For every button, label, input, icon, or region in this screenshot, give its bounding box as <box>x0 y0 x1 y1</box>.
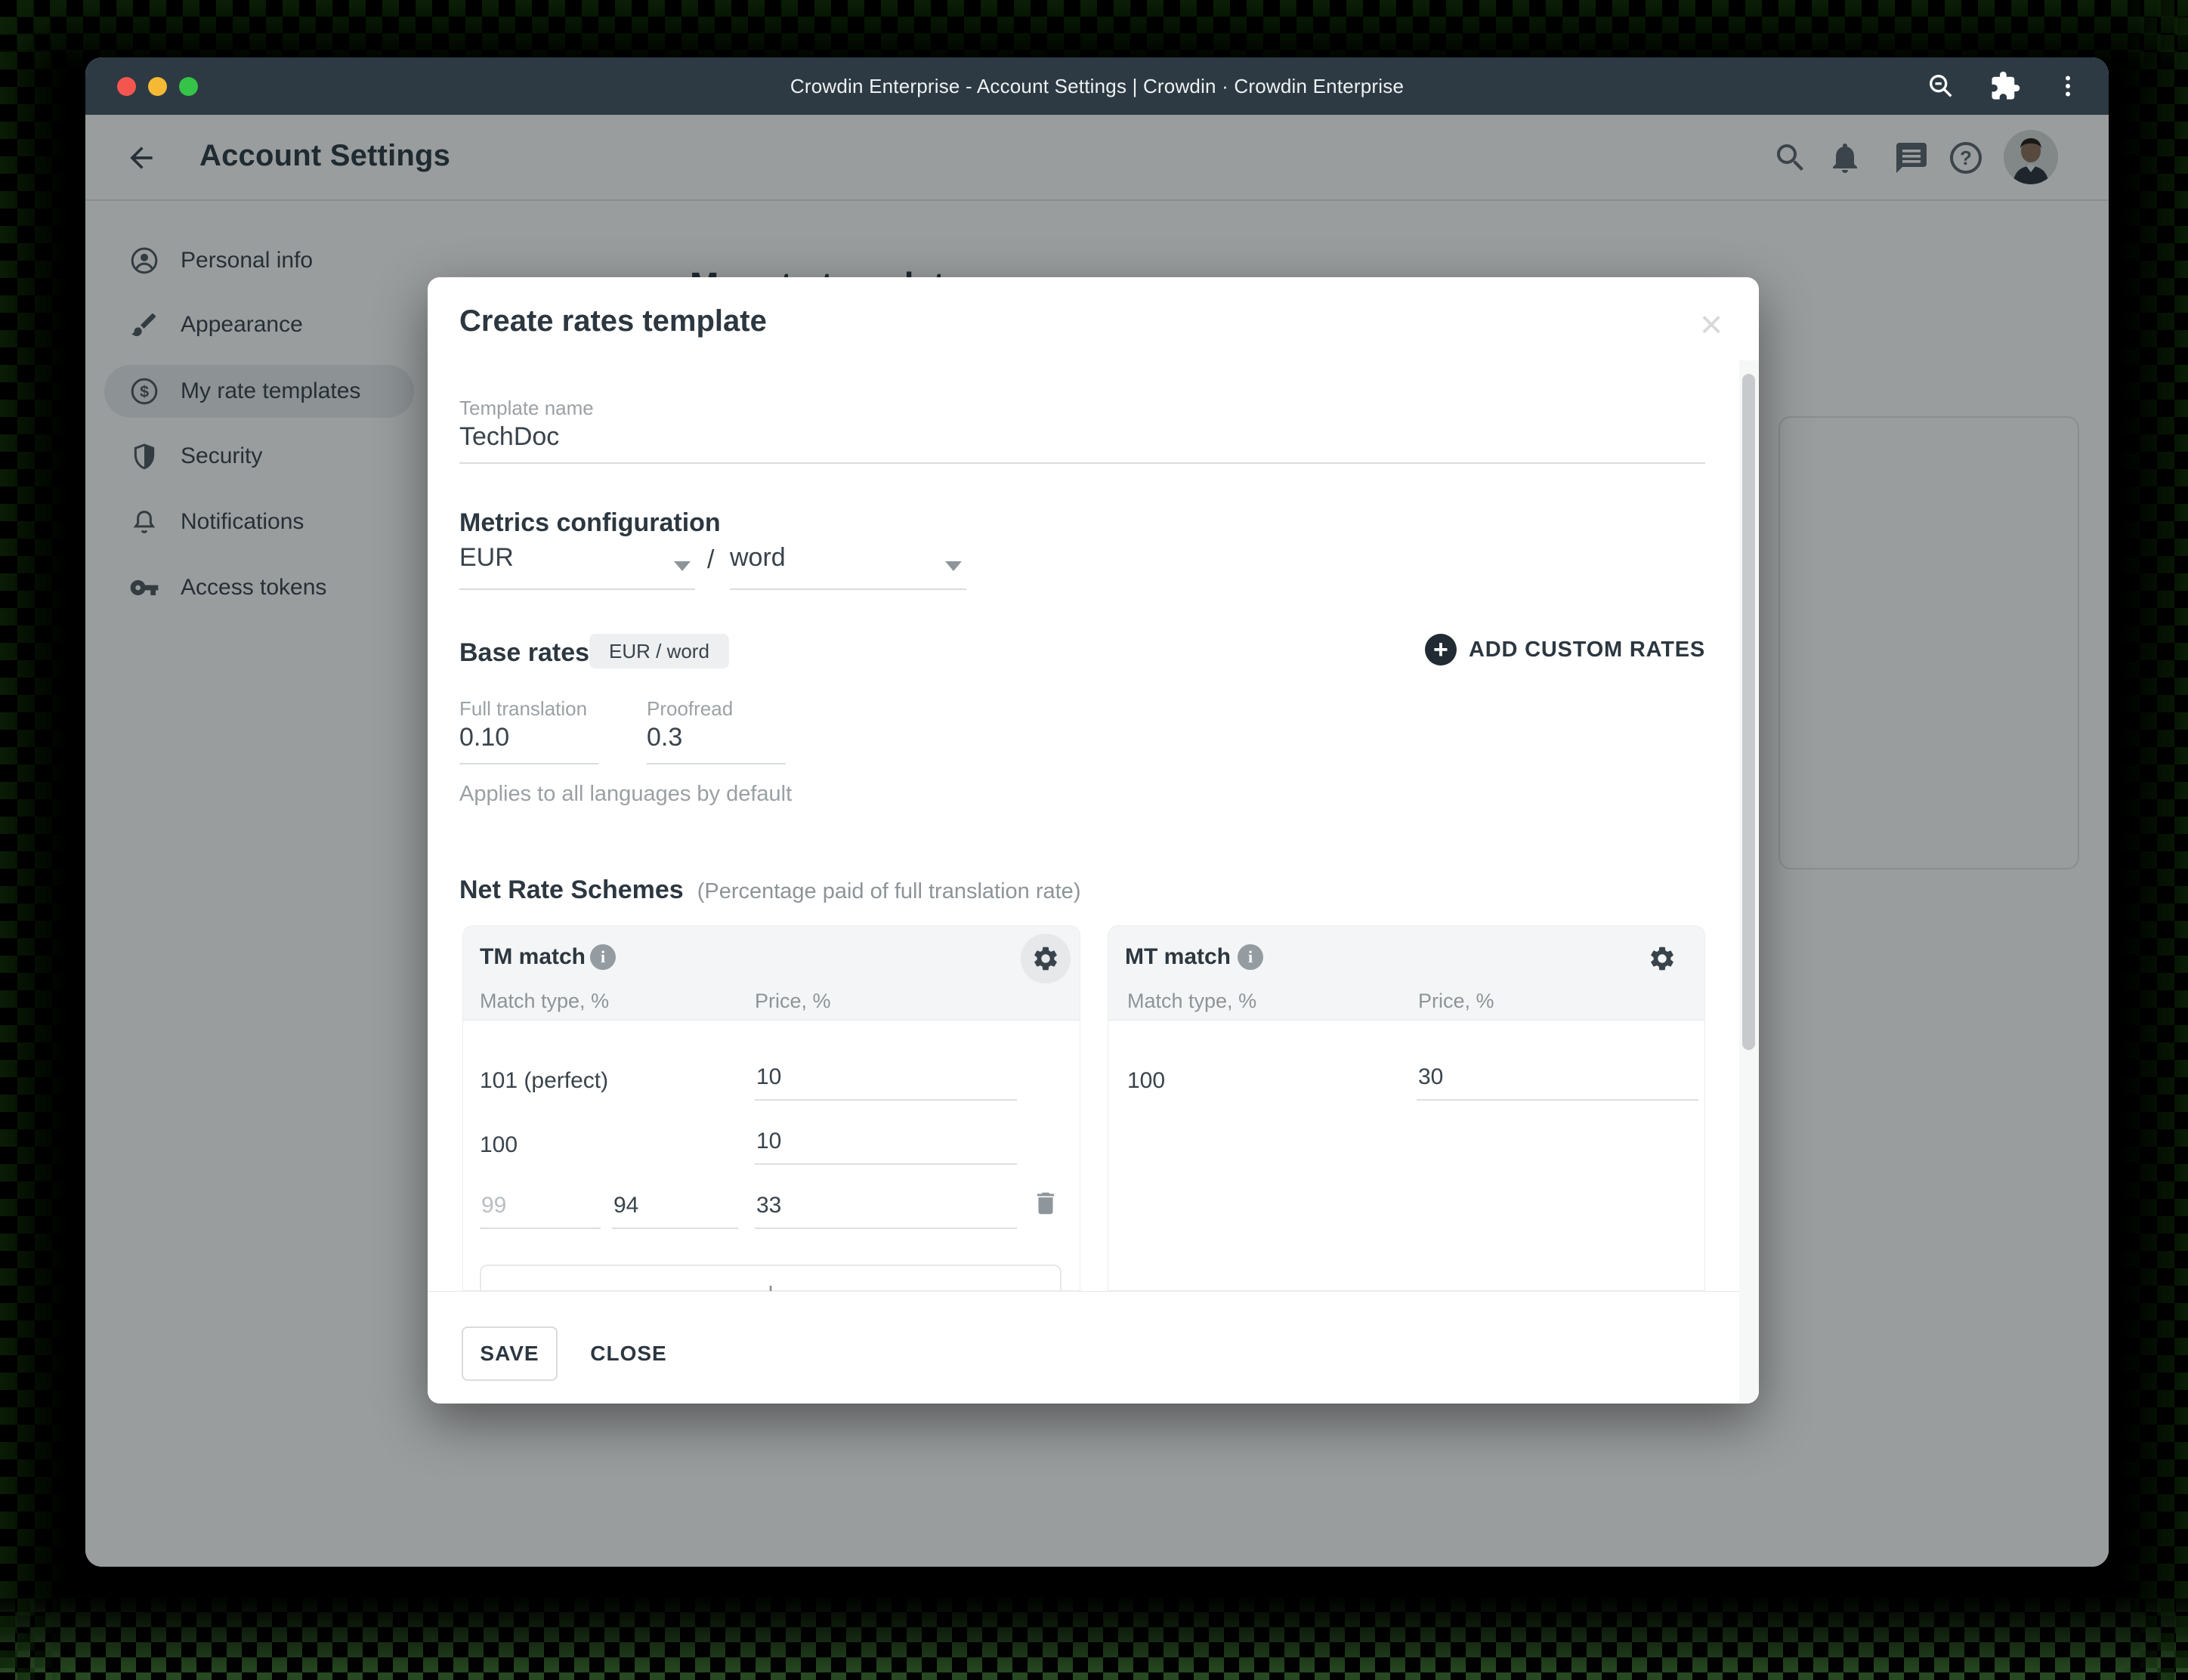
proofread-input[interactable] <box>647 723 786 764</box>
net-rate-schemes-heading: Net Rate Schemes <box>459 876 684 904</box>
info-icon[interactable]: i <box>1238 944 1263 970</box>
plus-circle-icon: + <box>1424 634 1457 666</box>
browser-window: Crowdin Enterprise - Account Settings | … <box>85 57 2109 1567</box>
mt-match-card: MT match i Match type, % Price, % 100 <box>1108 925 1705 1291</box>
metrics-separator: / <box>707 545 715 574</box>
tm-match-title: TM match <box>480 944 586 969</box>
chevron-down-icon <box>674 561 691 571</box>
close-button[interactable]: CLOSE <box>576 1326 681 1381</box>
net-rate-schemes-subheading: (Percentage paid of full translation rat… <box>697 879 1081 903</box>
modal-title: Create rates template <box>459 304 767 338</box>
metrics-configuration-heading: Metrics configuration <box>459 508 721 537</box>
mt-match-card-header: MT match i Match type, % Price, % <box>1108 926 1704 1021</box>
proofread-label: Proofread <box>647 697 734 720</box>
match-type-value: 101 (perfect) <box>480 1068 609 1093</box>
unit-select[interactable]: word <box>730 543 966 590</box>
price-column-header: Price, % <box>1418 990 1494 1012</box>
match-type-value: 100 <box>1127 1068 1166 1093</box>
price-input[interactable] <box>1417 1064 1698 1101</box>
price-input[interactable] <box>755 1193 1017 1229</box>
add-custom-rates-label: ADD CUSTOM RATES <box>1468 637 1705 662</box>
app-page: Account Settings ? Personal info Appeara… <box>85 115 2109 1567</box>
base-rates-heading: Base rates <box>459 638 590 667</box>
add-custom-rates-button[interactable]: + ADD CUSTOM RATES <box>1424 634 1705 666</box>
mt-match-title: MT match <box>1125 944 1232 969</box>
dither-border-right <box>2105 0 2188 1680</box>
create-rates-template-modal: Create rates template × Template name Me… <box>428 277 1759 1404</box>
price-column-header: Price, % <box>755 990 831 1012</box>
unit-select-value: word <box>730 543 786 572</box>
close-icon[interactable]: × <box>1691 304 1732 345</box>
match-type-column-header: Match type, % <box>480 990 610 1012</box>
tm-match-card-header: TM match i Match type, % Price, % <box>463 926 1080 1021</box>
match-upper-bound-input[interactable] <box>480 1193 601 1229</box>
base-rates-note: Applies to all languages by default <box>459 782 793 806</box>
gear-icon[interactable] <box>1021 934 1071 984</box>
base-rates-unit-badge: EUR / word <box>589 634 729 669</box>
match-type-column-header: Match type, % <box>1127 990 1257 1012</box>
price-input[interactable] <box>755 1064 1017 1101</box>
chevron-down-icon <box>945 561 962 571</box>
save-button[interactable]: SAVE <box>462 1326 558 1381</box>
info-icon[interactable]: i <box>590 944 616 970</box>
template-name-label: Template name <box>459 397 594 419</box>
browser-menu-kebab-icon[interactable] <box>2054 73 2081 100</box>
modal-scrollbar-thumb[interactable] <box>1742 374 1755 1050</box>
browser-tab-title: Crowdin Enterprise - Account Settings | … <box>790 74 1405 97</box>
full-translation-input[interactable] <box>459 723 598 764</box>
zoom-indicator-icon[interactable] <box>1926 71 1956 101</box>
dither-border-left <box>0 0 83 1680</box>
screenshot-stage: Crowdin Enterprise - Account Settings | … <box>0 0 2188 1680</box>
gear-icon[interactable] <box>1637 934 1687 984</box>
dither-border-bottom <box>0 1582 2188 1680</box>
match-type-value: 100 <box>480 1132 518 1157</box>
extensions-puzzle-icon[interactable] <box>1989 70 2021 102</box>
browser-titlebar: Crowdin Enterprise - Account Settings | … <box>85 57 2109 115</box>
price-input[interactable] <box>755 1129 1017 1165</box>
currency-select-value: EUR <box>459 543 514 572</box>
full-translation-label: Full translation <box>459 697 588 720</box>
modal-footer: SAVE CLOSE <box>428 1291 1759 1404</box>
currency-select[interactable]: EUR <box>459 543 695 590</box>
template-name-input[interactable] <box>459 422 1705 464</box>
match-lower-bound-input[interactable] <box>612 1193 738 1229</box>
trash-icon[interactable] <box>1031 1189 1060 1218</box>
tm-match-card: TM match i Match type, % Price, % 101 (p… <box>462 925 1080 1333</box>
